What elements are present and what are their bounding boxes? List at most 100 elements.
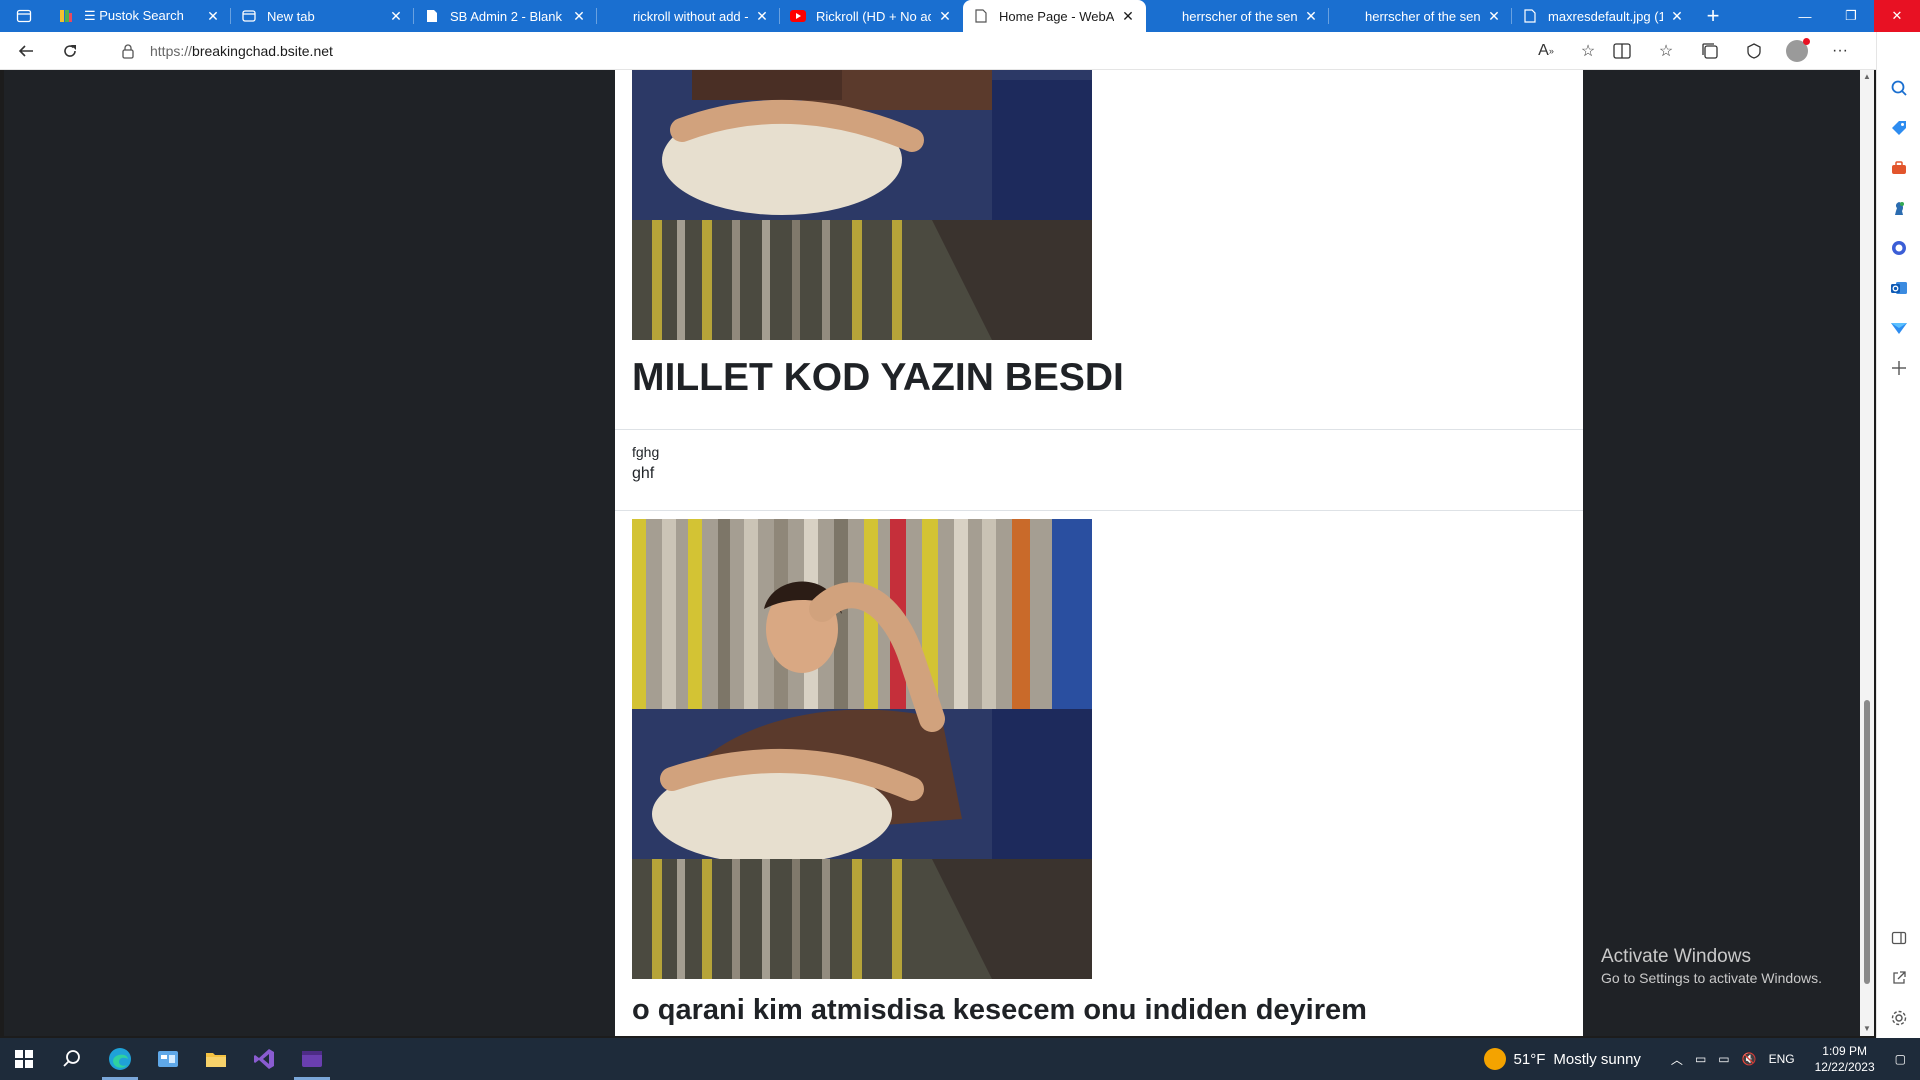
url-text[interactable]: https://breakingchad.bsite.net <box>150 43 333 59</box>
post-image <box>632 519 1092 979</box>
tab-rickroll-search[interactable]: rickroll without add - ... ✕ <box>597 0 780 32</box>
taskbar-console-app[interactable] <box>288 1038 336 1080</box>
windows-taskbar: 51°F Mostly sunny ︿ ▭ ▭ 🔇 ENG 1:09 PM 12… <box>0 1038 1920 1080</box>
tab-herrscher-2[interactable]: herrscher of the sentie... ✕ <box>1329 0 1512 32</box>
split-screen-icon[interactable] <box>1610 39 1634 63</box>
tab-title: herrscher of the sentie... <box>1365 8 1480 24</box>
browser-toolbar: ☆ ··· <box>1610 32 1896 70</box>
navigation-bar: https://breakingchad.bsite.net A» ☆ ☆ ··… <box>0 32 1920 70</box>
tab-title: maxresdefault.jpg (12... <box>1548 8 1663 24</box>
main-content: MILLET KOD YAZIN BESDI fghg ghf o qarani… <box>615 70 1583 1036</box>
shopping-tag-icon[interactable] <box>1887 116 1911 140</box>
scroll-down-arrow-icon[interactable]: ▼ <box>1860 1022 1874 1036</box>
send-icon[interactable] <box>1887 316 1911 340</box>
read-aloud-icon[interactable]: A» <box>1534 39 1558 63</box>
language-indicator[interactable]: ENG <box>1769 1052 1795 1066</box>
tab-close-icon[interactable]: ✕ <box>571 8 587 24</box>
tab-close-icon[interactable]: ✕ <box>937 8 953 24</box>
tab-rickroll-youtube[interactable]: Rickroll (HD + No ads) ✕ <box>780 0 963 32</box>
post-meta: fghg <box>632 444 660 460</box>
taskbar-visual-studio[interactable] <box>240 1038 288 1080</box>
browser-essentials-icon[interactable] <box>1742 39 1766 63</box>
refresh-icon <box>64 44 76 57</box>
tab-title: Rickroll (HD + No ads) <box>816 8 931 24</box>
divider <box>615 510 1583 511</box>
taskbar-file-explorer[interactable] <box>192 1038 240 1080</box>
tab-close-icon[interactable]: ✕ <box>205 8 221 24</box>
back-button[interactable] <box>8 35 44 67</box>
photo-person-couch <box>632 70 1092 340</box>
tab-close-icon[interactable]: ✕ <box>754 8 770 24</box>
lock-icon[interactable] <box>120 43 136 59</box>
document-icon <box>424 8 440 24</box>
start-button[interactable] <box>0 1038 48 1080</box>
tab-close-icon[interactable]: ✕ <box>388 8 404 24</box>
minimize-button[interactable]: — <box>1782 0 1828 32</box>
new-tab-button[interactable]: + <box>1695 0 1731 32</box>
notifications-icon[interactable]: ▢ <box>1895 1052 1906 1066</box>
tab-pustok-search[interactable]: ☰ Pustok Search ✕ <box>48 0 231 32</box>
tab-title: SB Admin 2 - Blank <box>450 8 562 24</box>
tab-maxresdefault[interactable]: maxresdefault.jpg (12... ✕ <box>1512 0 1695 32</box>
scrollbar-thumb[interactable] <box>1864 700 1870 984</box>
clock[interactable]: 1:09 PM 12/22/2023 <box>1815 1043 1875 1075</box>
page-scrollbar[interactable]: ▲ ▼ <box>1860 70 1874 1036</box>
tab-home-page-webapp[interactable]: Home Page - WebApp ✕ <box>963 0 1146 32</box>
scroll-up-arrow-icon[interactable]: ▲ <box>1860 70 1874 84</box>
weather-widget[interactable]: 51°F Mostly sunny <box>1483 1048 1641 1070</box>
tab-sb-admin[interactable]: SB Admin 2 - Blank ✕ <box>414 0 597 32</box>
close-window-button[interactable]: ✕ <box>1874 0 1920 32</box>
console-app-icon <box>302 1051 322 1067</box>
outlook-icon[interactable] <box>1887 276 1911 300</box>
post-image <box>632 70 1092 340</box>
folder-icon <box>206 1053 226 1067</box>
edge-browser-icon <box>109 1048 131 1070</box>
show-hidden-icons-chevron-icon[interactable]: ︿ <box>1671 1051 1683 1068</box>
meet-now-icon[interactable]: ▭ <box>1695 1052 1706 1066</box>
games-chess-icon[interactable] <box>1887 196 1911 220</box>
post-body: ghf <box>632 465 655 482</box>
hide-sidebar-icon[interactable] <box>1887 926 1911 950</box>
network-icon[interactable]: ▭ <box>1718 1052 1729 1066</box>
refresh-button[interactable] <box>52 35 88 67</box>
tab-close-icon[interactable]: ✕ <box>1303 8 1319 24</box>
favorite-star-icon[interactable]: ☆ <box>1576 39 1600 63</box>
open-external-icon[interactable] <box>1887 966 1911 990</box>
page-viewport: MILLET KOD YAZIN BESDI fghg ghf o qarani… <box>4 70 1860 1036</box>
office-icon[interactable] <box>1887 236 1911 260</box>
address-bar[interactable]: https://breakingchad.bsite.net <box>106 35 1586 67</box>
collections-icon[interactable] <box>1698 39 1722 63</box>
tab-title: rickroll without add - ... <box>633 8 748 24</box>
taskbar-edge[interactable] <box>96 1038 144 1080</box>
tab-close-icon[interactable]: ✕ <box>1120 8 1136 24</box>
url-host: breakingchad.bsite.net <box>192 43 333 59</box>
tab-new-tab[interactable]: New tab ✕ <box>231 0 414 32</box>
taskbar-app-window[interactable] <box>144 1038 192 1080</box>
tab-herrscher-1[interactable]: herrscher of the sentie... ✕ <box>1146 0 1329 32</box>
add-sidebar-app-icon[interactable] <box>1887 356 1911 380</box>
tab-title: ☰ Pustok Search <box>84 8 184 23</box>
activation-watermark-subtitle: Go to Settings to activate Windows. <box>1601 970 1822 986</box>
tab-close-icon[interactable]: ✕ <box>1486 8 1502 24</box>
tab-close-icon[interactable]: ✕ <box>1669 8 1685 24</box>
weather-sun-icon <box>1483 1048 1506 1070</box>
tools-briefcase-icon[interactable] <box>1887 156 1911 180</box>
search-favicon <box>607 8 623 24</box>
app-window-icon <box>158 1051 178 1067</box>
restore-button[interactable]: ❐ <box>1828 0 1874 32</box>
tab-actions-button[interactable] <box>0 0 48 32</box>
weather-condition: Mostly sunny <box>1553 1050 1641 1068</box>
tab-actions-icon <box>16 9 32 23</box>
profile-avatar[interactable] <box>1786 38 1810 62</box>
more-options-icon[interactable]: ··· <box>1828 39 1852 63</box>
settings-gear-icon[interactable] <box>1887 1006 1911 1030</box>
weather-temperature: 51°F <box>1513 1050 1546 1068</box>
taskbar-search-button[interactable] <box>48 1038 96 1080</box>
tab-title: herrscher of the sentie... <box>1182 8 1297 24</box>
volume-muted-icon[interactable]: 🔇 <box>1742 1052 1757 1066</box>
search-favicon <box>1339 8 1355 24</box>
file-icon <box>1522 8 1538 24</box>
favorites-icon[interactable]: ☆ <box>1654 39 1678 63</box>
sidebar-search-icon[interactable] <box>1887 76 1911 100</box>
pustok-favicon <box>58 8 74 24</box>
